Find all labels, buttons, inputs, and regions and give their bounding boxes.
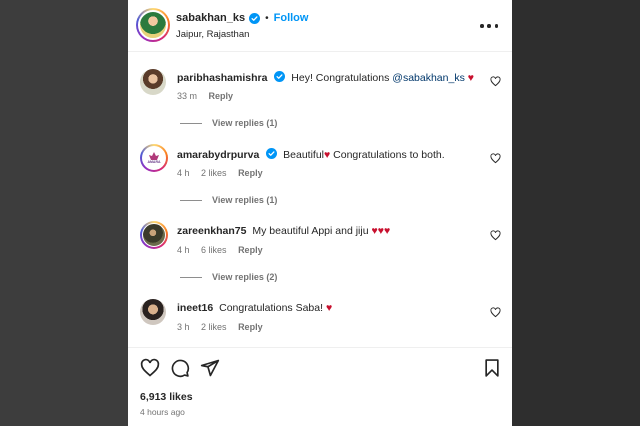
right-backdrop	[512, 0, 640, 426]
comment-body: Hey! Congratulations	[291, 72, 393, 84]
comment-time[interactable]: 3 h	[177, 322, 190, 332]
comment-body: Beautiful	[283, 149, 325, 161]
avatar-brand-text: AMARA	[147, 160, 161, 164]
brand-logo-icon	[149, 152, 159, 160]
username-row: sabakhan_ks • Follow	[176, 12, 308, 24]
verified-badge-icon	[249, 12, 261, 24]
comment-body: My beautiful Appi and jiju	[252, 225, 372, 237]
separator-dot: •	[265, 12, 269, 24]
view-replies-label: View replies (1)	[212, 195, 278, 205]
verified-badge-icon	[274, 71, 286, 82]
commenter-username[interactable]: ineet16	[177, 302, 213, 314]
bookmark-icon[interactable]	[482, 358, 502, 378]
post-location[interactable]: Jaipur, Rajasthan	[176, 29, 249, 40]
comment-meta: 3 h 2 likes Reply	[177, 322, 272, 332]
heart-outline-icon[interactable]	[490, 76, 501, 87]
heart-emoji: ♥♥♥	[371, 225, 391, 237]
heart-outline-icon[interactable]	[490, 307, 501, 318]
post-time-ago[interactable]: 4 hours ago	[140, 407, 185, 417]
comment-meta: 33 m Reply	[177, 91, 242, 101]
comment-likes[interactable]: 2 likes	[201, 168, 227, 178]
comment-likes[interactable]: 6 likes	[201, 245, 227, 255]
view-replies-label: View replies (1)	[212, 118, 278, 128]
heart-outline-icon[interactable]	[490, 153, 501, 164]
more-options-icon[interactable]	[480, 17, 498, 35]
heart-outline-icon[interactable]	[490, 230, 501, 241]
commenter-avatar[interactable]: AMARA	[140, 144, 168, 172]
mention-link[interactable]: @sabakhan_ks	[392, 72, 465, 84]
commenter-avatar[interactable]	[140, 221, 168, 249]
paper-plane-icon[interactable]	[200, 358, 220, 378]
verified-badge-icon	[266, 148, 278, 159]
heart-emoji: ♥	[325, 302, 333, 314]
commenter-avatar[interactable]	[140, 69, 166, 95]
comment-time[interactable]: 4 h	[177, 245, 190, 255]
comment-meta: 4 h 2 likes Reply	[177, 168, 272, 178]
likes-count[interactable]: 6,913 likes	[140, 391, 193, 403]
comment-text: ineet16 Congratulations Saba! ♥	[177, 302, 332, 314]
commenter-username[interactable]: amarabydrpurva	[177, 149, 259, 161]
comment-bubble-icon[interactable]	[170, 358, 190, 378]
reply-button[interactable]: Reply	[238, 322, 263, 332]
comment-text: zareenkhan75 My beautiful Appi and jiju …	[177, 225, 390, 237]
left-backdrop	[0, 0, 128, 426]
profile-avatar[interactable]	[136, 8, 170, 42]
post-comments-panel: sabakhan_ks • Follow Jaipur, Rajasthan p…	[128, 0, 512, 426]
view-replies-label: View replies (2)	[212, 272, 278, 282]
comment-body-continued: Congratulations to both.	[330, 149, 445, 161]
view-replies-button[interactable]: View replies (1)	[180, 118, 277, 128]
comment-meta: 4 h 6 likes Reply	[177, 245, 272, 255]
view-replies-button[interactable]: View replies (1)	[180, 195, 277, 205]
commenter-username[interactable]: paribhashamishra	[177, 72, 267, 84]
comment-text: amarabydrpurva Beautiful♥ Congratulation…	[177, 148, 445, 161]
post-author-username[interactable]: sabakhan_ks	[176, 12, 245, 24]
view-replies-button[interactable]: View replies (2)	[180, 272, 277, 282]
reply-button[interactable]: Reply	[238, 245, 263, 255]
heart-emoji: ♥	[464, 72, 474, 84]
post-header: sabakhan_ks • Follow Jaipur, Rajasthan	[128, 0, 512, 52]
comment-text: paribhashamishra Hey! Congratulations @s…	[177, 71, 474, 84]
reply-button[interactable]: Reply	[238, 168, 263, 178]
comment-likes[interactable]: 2 likes	[201, 322, 227, 332]
commenter-avatar[interactable]	[140, 299, 166, 325]
comment-body: Congratulations Saba!	[219, 302, 326, 314]
commenter-username[interactable]: zareenkhan75	[177, 225, 246, 237]
comment-time[interactable]: 4 h	[177, 168, 190, 178]
follow-button[interactable]: Follow	[274, 12, 309, 24]
reply-button[interactable]: Reply	[209, 91, 234, 101]
post-action-bar: 6,913 likes 4 hours ago	[128, 347, 512, 426]
like-heart-icon[interactable]	[140, 358, 160, 378]
comment-time[interactable]: 33 m	[177, 91, 197, 101]
